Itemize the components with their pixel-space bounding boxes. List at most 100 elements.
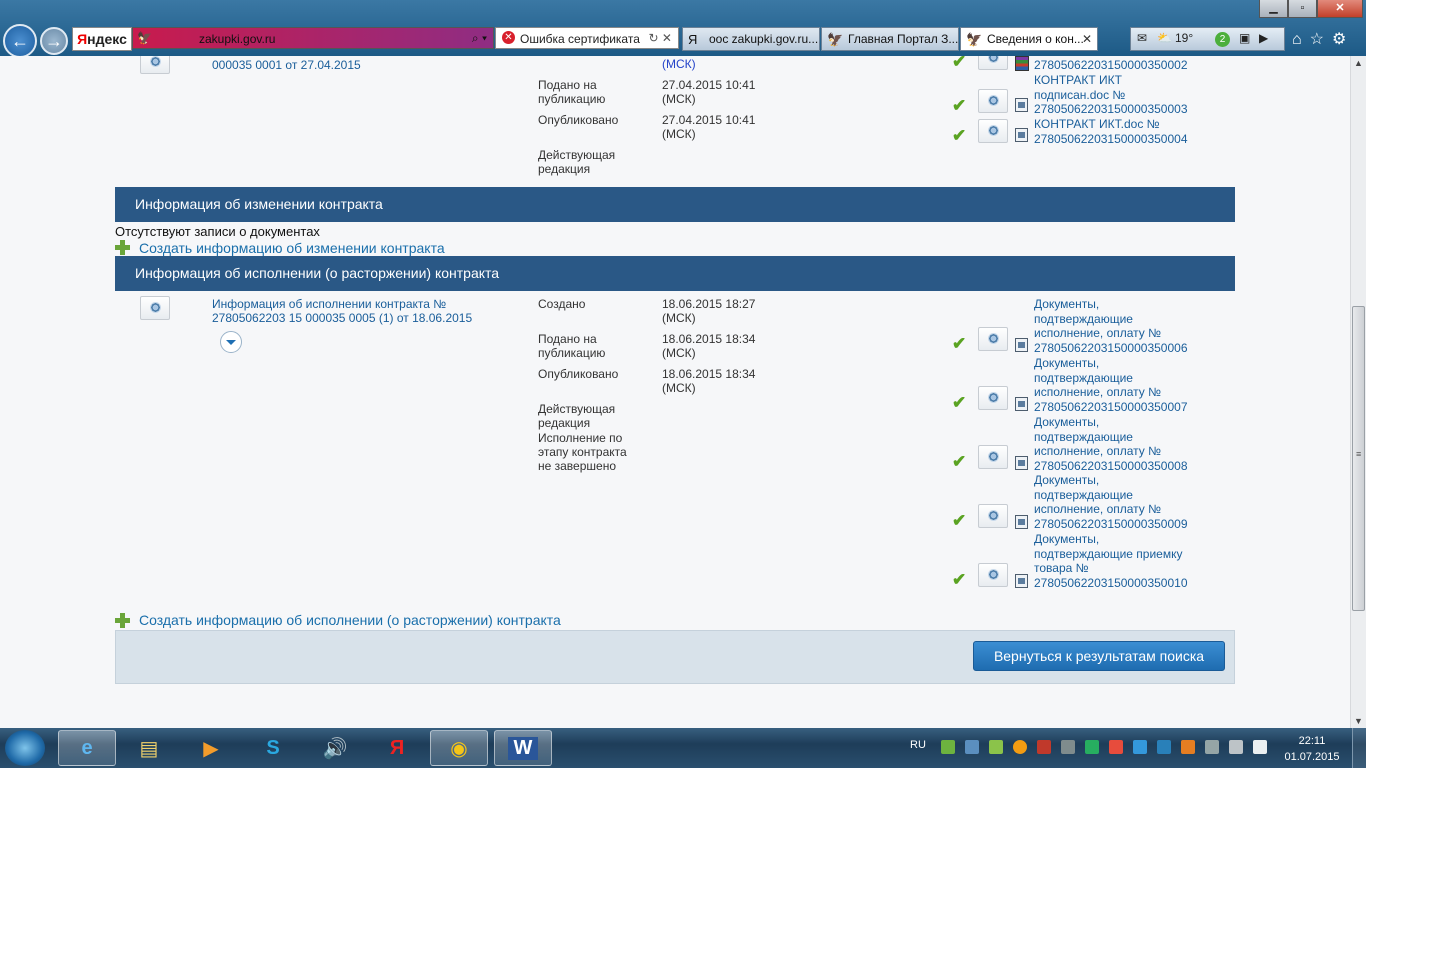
bluetooth-icon[interactable]	[1157, 740, 1171, 754]
refresh-icon[interactable]: ↻ ✕	[649, 31, 672, 45]
browser-right-icons: ⌂ ☆ ⚙	[1292, 29, 1354, 49]
image-file-icon	[1015, 515, 1028, 529]
taskbar-internet-explorer[interactable]: e	[58, 730, 116, 766]
document-link[interactable]: Документы, подтверждающие приемку товара…	[1034, 532, 1194, 590]
gear-icon[interactable]: ⚙	[1332, 31, 1346, 48]
notifications-badge[interactable]: 2	[1215, 32, 1230, 47]
translate-icon[interactable]: ▣	[1239, 31, 1250, 45]
taskbar-media-player[interactable]: ▶	[182, 730, 240, 766]
nvidia-tray-icon[interactable]	[1085, 740, 1099, 754]
app-tray-icon[interactable]	[1013, 740, 1027, 754]
document-link[interactable]: 27805062203150000350002	[1034, 58, 1204, 73]
error-icon: ✕	[502, 31, 515, 44]
taskbar-chrome[interactable]: ◉	[430, 730, 488, 766]
page-footer-actions: Вернуться к результатам поиска	[115, 630, 1235, 684]
show-desktop-button[interactable]	[1352, 728, 1366, 768]
signed-check-icon: ✔	[952, 96, 967, 115]
close-window-button[interactable]: ✕	[1317, 0, 1363, 18]
language-indicator[interactable]: RU	[910, 739, 926, 751]
taskbar-explorer[interactable]: ▤	[120, 730, 178, 766]
tab-main-portal[interactable]: 🦅 Главная Портал З...	[821, 27, 959, 51]
favorites-star-icon[interactable]: ☆	[1310, 31, 1324, 48]
create-change-info-link[interactable]: Создать информацию об изменении контракт…	[139, 240, 445, 256]
document-link[interactable]: КОНТРАКТ ИКТ.doc № 278050622031500003500…	[1034, 117, 1194, 146]
certificate-icon[interactable]	[140, 296, 170, 320]
return-to-search-button[interactable]: Вернуться к результатам поиска	[973, 641, 1225, 671]
media-icon[interactable]: ▶	[1259, 31, 1268, 45]
yandex-logo-button[interactable]: Яндекс	[72, 27, 132, 51]
taskbar-skype[interactable]: S	[244, 730, 302, 766]
image-file-icon	[1015, 574, 1028, 588]
scroll-down-arrow-icon[interactable]: ▼	[1354, 716, 1363, 726]
certificate-icon[interactable]	[978, 504, 1008, 528]
document-link[interactable]: Документы, подтверждающие исполнение, оп…	[1034, 415, 1188, 473]
document-link[interactable]: Документы, подтверждающие исполнение, оп…	[1034, 473, 1188, 531]
create-execution-info-link[interactable]: Создать информацию об исполнении (о раст…	[139, 612, 561, 628]
clock-date: 01.07.2015	[1284, 751, 1340, 763]
network-tray-icon[interactable]	[965, 740, 979, 754]
clock-time: 22:11	[1298, 735, 1326, 747]
document-link[interactable]: Документы, подтверждающие исполнение, оп…	[1034, 297, 1188, 355]
windows-taskbar: e ▤ ▶ S 🔊 Я ◉ W RU 22:11 01.07.2015	[0, 728, 1366, 768]
certificate-icon[interactable]	[978, 386, 1008, 410]
certificate-icon[interactable]	[978, 563, 1008, 587]
restore-button[interactable]: ▫	[1288, 0, 1317, 18]
field-label: Опубликовано	[538, 367, 619, 381]
security-tray-icon[interactable]	[989, 740, 1003, 754]
timezone-label: (МСК)	[662, 381, 696, 395]
image-file-icon	[1015, 338, 1028, 352]
yandex-tab-icon: Я	[688, 32, 698, 47]
document-link[interactable]: Документы, подтверждающие исполнение, оп…	[1034, 356, 1188, 414]
forward-button[interactable]: →	[40, 27, 68, 55]
expand-chevron-icon[interactable]	[220, 331, 242, 353]
taskbar-audio[interactable]: 🔊	[306, 730, 364, 766]
download-icon[interactable]	[941, 740, 955, 754]
minimize-button[interactable]: ▁	[1259, 0, 1288, 18]
timezone-label: (МСК)	[662, 346, 696, 360]
document-link[interactable]: КОНТРАКТ ИКТ подписан.doc № 278050622031…	[1034, 73, 1194, 117]
field-date: 18.06.2015 18:34	[662, 332, 756, 346]
contract-record-title-partial[interactable]: 000035 0001 от 27.04.2015	[212, 58, 361, 72]
app-tray-icon[interactable]	[1181, 740, 1195, 754]
tab-contract-info[interactable]: 🦅 Сведения о кон... ✕	[960, 27, 1098, 51]
home-icon[interactable]: ⌂	[1292, 31, 1302, 48]
signed-check-icon: ✔	[952, 334, 967, 353]
taskbar-yandex-browser[interactable]: Я	[368, 730, 426, 766]
search-dropdown-icon[interactable]: ⌕ ▾	[472, 31, 487, 46]
timezone-label: (МСК)	[662, 92, 696, 106]
scrollbar-thumb[interactable]: ≡	[1352, 306, 1365, 611]
volume-icon[interactable]	[1205, 740, 1219, 754]
app-tray-icon[interactable]	[1037, 740, 1051, 754]
system-clock[interactable]: 22:11 01.07.2015	[1276, 733, 1348, 765]
weather-temp[interactable]: 19°	[1175, 31, 1193, 45]
scroll-up-arrow-icon[interactable]: ▲	[1354, 58, 1363, 68]
certificate-icon[interactable]	[978, 89, 1008, 113]
start-button[interactable]	[5, 730, 45, 766]
image-file-icon	[1015, 397, 1028, 411]
certificate-icon[interactable]	[978, 119, 1008, 143]
address-bar[interactable]: 🦅 zakupki.gov.ru ⌕ ▾	[132, 27, 494, 49]
certificate-icon[interactable]	[978, 56, 1008, 70]
field-date: 18.06.2015 18:34	[662, 367, 756, 381]
power-icon[interactable]	[1253, 740, 1267, 754]
yandex-logo-y: Я	[77, 31, 88, 47]
certificate-icon[interactable]	[978, 445, 1008, 469]
window-controls: ▁ ▫ ✕	[1259, 0, 1363, 18]
execution-record-title[interactable]: Информация об исполнении контракта № 278…	[212, 297, 502, 325]
app-tray-icon[interactable]	[1061, 740, 1075, 754]
taskbar-word[interactable]: W	[494, 730, 552, 766]
mute-tray-icon[interactable]	[1109, 740, 1123, 754]
certificate-icon[interactable]	[140, 56, 170, 74]
image-file-icon	[1015, 456, 1028, 470]
monitor-tray-icon[interactable]	[1133, 740, 1147, 754]
back-button[interactable]: ←	[3, 24, 37, 58]
certificate-icon[interactable]	[978, 327, 1008, 351]
mail-icon[interactable]: ✉	[1137, 31, 1147, 45]
network-icon[interactable]	[1229, 740, 1243, 754]
close-tab-icon[interactable]: ✕	[1082, 28, 1092, 50]
vertical-scrollbar[interactable]: ▲ ≡ ▼	[1350, 56, 1366, 728]
certificate-error-indicator[interactable]: ✕ Ошибка сертификата ↻ ✕	[495, 27, 679, 49]
status-text: Исполнение по этапу контракта не заверше…	[538, 431, 627, 473]
tab-oos[interactable]: Яоос zakupki.gov.ru...	[682, 27, 820, 51]
field-label: Действующая редакция	[538, 148, 616, 176]
